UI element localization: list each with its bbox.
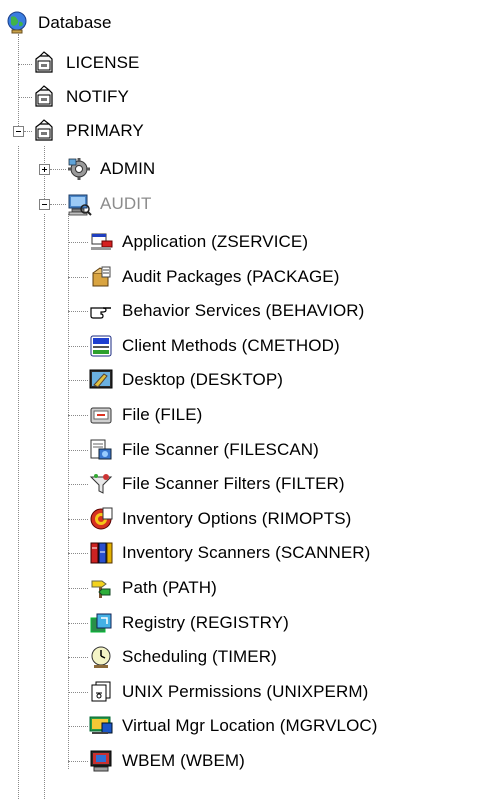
tree-node-label: Inventory Scanners (SCANNER): [122, 543, 371, 562]
tree-line: [68, 726, 88, 727]
tree-line: [68, 242, 88, 243]
tree-line: [18, 34, 19, 132]
file-scanner-icon: [88, 437, 114, 463]
tree-node-virtual-mgr-location[interactable]: Virtual Mgr Location (MGRVLOC): [88, 711, 380, 741]
tree-line: [68, 380, 88, 381]
tree-line: [18, 146, 19, 799]
tree-node-label: Inventory Options (RIMOPTS): [122, 509, 352, 528]
tree-node-label: File (FILE): [122, 405, 203, 424]
tree-line: [68, 415, 88, 416]
tree-node-file-scanner-filters[interactable]: File Scanner Filters (FILTER): [88, 469, 347, 499]
tree-node-label: LICENSE: [66, 53, 140, 72]
desktop-icon: [88, 367, 114, 393]
tree-node-primary[interactable]: PRIMARY: [32, 116, 146, 146]
tree-node-label: File Scanner (FILESCAN): [122, 440, 319, 459]
tree-node-label: Behavior Services (BEHAVIOR): [122, 301, 365, 320]
tree-view: Database LICENSE NOTIFY PRIMARY ADMIN AU…: [0, 0, 492, 799]
scheduling-icon: [88, 644, 114, 670]
tree-node-audit-packages[interactable]: Audit Packages (PACKAGE): [88, 262, 342, 292]
tree-node-application[interactable]: Application (ZSERVICE): [88, 227, 310, 257]
tree-node-license[interactable]: LICENSE: [32, 48, 141, 78]
globe-database-icon: [4, 10, 30, 36]
unix-permissions-icon: [88, 679, 114, 705]
client-methods-icon: [88, 333, 114, 359]
pointing-hand-icon: [88, 298, 114, 324]
tree-node-label: Database: [38, 13, 112, 32]
audit-packages-icon: [88, 264, 114, 290]
tree-line: [68, 692, 88, 693]
tree-line: [18, 97, 32, 98]
tree-node-audit[interactable]: AUDIT: [66, 189, 154, 219]
tree-node-label: ADMIN: [100, 159, 156, 178]
tree-line: [50, 204, 66, 205]
tree-node-label: Registry (REGISTRY): [122, 613, 289, 632]
tree-node-label: Path (PATH): [122, 578, 217, 597]
tree-node-label: File Scanner Filters (FILTER): [122, 474, 345, 493]
tree-node-label: Application (ZSERVICE): [122, 232, 309, 251]
inventory-scanners-icon: [88, 540, 114, 566]
tree-line: [68, 519, 88, 520]
tree-line: [68, 450, 88, 451]
tree-node-scheduling[interactable]: Scheduling (TIMER): [88, 642, 279, 672]
tree-line: [68, 311, 88, 312]
tree-node-path[interactable]: Path (PATH): [88, 573, 219, 603]
virtual-mgr-location-icon: [88, 713, 114, 739]
tree-node-label: Client Methods (CMETHOD): [122, 336, 340, 355]
tree-node-file-scanner[interactable]: File Scanner (FILESCAN): [88, 435, 321, 465]
plus-icon-bar: [44, 167, 45, 172]
tree-node-label: Scheduling (TIMER): [122, 647, 277, 666]
tree-line: [68, 657, 88, 658]
folder-lock-icon: [32, 84, 58, 110]
tree-node-label: UNIX Permissions (UNIXPERM): [122, 682, 369, 701]
tree-node-file[interactable]: File (FILE): [88, 400, 204, 430]
file-icon: [88, 402, 114, 428]
tree-node-label: AUDIT: [100, 194, 152, 213]
tree-line: [68, 214, 69, 769]
tree-line: [50, 169, 66, 170]
tree-node-registry[interactable]: Registry (REGISTRY): [88, 608, 291, 638]
tree-line: [68, 588, 88, 589]
minus-icon: [16, 131, 21, 132]
tree-node-label: Audit Packages (PACKAGE): [122, 267, 340, 286]
tree-line: [44, 214, 45, 799]
tree-node-inventory-options[interactable]: Inventory Options (RIMOPTS): [88, 504, 353, 534]
tree-line: [68, 553, 88, 554]
folder-lock-icon: [32, 50, 58, 76]
audit-computer-icon: [66, 191, 92, 217]
tree-line: [68, 484, 88, 485]
admin-gear-icon: [66, 156, 92, 182]
tree-line: [68, 623, 88, 624]
wbem-icon: [88, 748, 114, 774]
tree-node-behavior-services[interactable]: Behavior Services (BEHAVIOR): [88, 296, 366, 326]
inventory-options-icon: [88, 506, 114, 532]
tree-node-label: Virtual Mgr Location (MGRVLOC): [122, 716, 378, 735]
tree-node-database[interactable]: Database: [4, 8, 114, 38]
tree-node-client-methods[interactable]: Client Methods (CMETHOD): [88, 331, 342, 361]
tree-node-inventory-scanners[interactable]: Inventory Scanners (SCANNER): [88, 538, 372, 568]
tree-node-notify[interactable]: NOTIFY: [32, 82, 131, 112]
folder-lock-icon: [32, 118, 58, 144]
tree-node-unix-permissions[interactable]: UNIX Permissions (UNIXPERM): [88, 677, 370, 707]
expand-toggle[interactable]: [39, 164, 50, 175]
tree-line: [68, 277, 88, 278]
tree-line: [24, 131, 32, 132]
minus-icon: [42, 204, 47, 205]
tree-line: [68, 761, 88, 762]
tree-node-label: WBEM (WBEM): [122, 751, 245, 770]
tree-node-admin[interactable]: ADMIN: [66, 154, 157, 184]
registry-icon: [88, 610, 114, 636]
collapse-toggle[interactable]: [39, 199, 50, 210]
tree-line: [68, 346, 88, 347]
tree-node-desktop[interactable]: Desktop (DESKTOP): [88, 365, 285, 395]
tree-node-label: PRIMARY: [66, 121, 144, 140]
collapse-toggle[interactable]: [13, 126, 24, 137]
path-icon: [88, 575, 114, 601]
tree-node-label: NOTIFY: [66, 87, 129, 106]
application-icon: [88, 229, 114, 255]
tree-node-label: Desktop (DESKTOP): [122, 370, 284, 389]
filter-icon: [88, 471, 114, 497]
tree-line: [18, 64, 32, 65]
tree-node-wbem[interactable]: WBEM (WBEM): [88, 746, 247, 776]
